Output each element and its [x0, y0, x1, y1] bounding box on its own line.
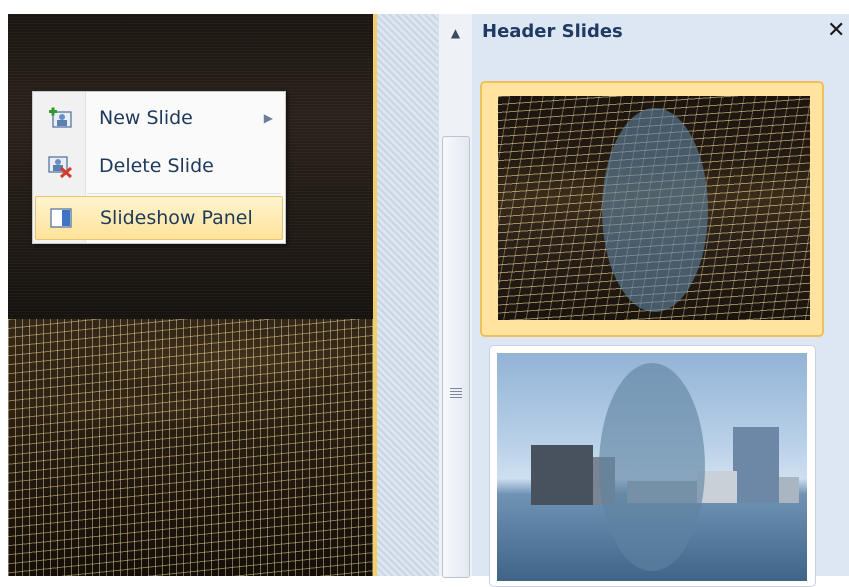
slide-thumbnail[interactable] [489, 345, 816, 587]
close-icon[interactable]: ✕ [827, 18, 845, 43]
header-slides-pane: Header Slides ✕ [472, 14, 849, 587]
building-shape [733, 427, 779, 503]
context-menu: New Slide ▶ Delete Slide Slideshow Panel [32, 91, 286, 244]
oval-overlay-shape [602, 108, 708, 312]
vertical-scrollbar[interactable]: ▲ [438, 14, 473, 578]
menu-item-slideshow-panel[interactable]: Slideshow Panel [35, 196, 283, 240]
menu-item-label: New Slide [99, 107, 193, 129]
menu-item-label: Slideshow Panel [100, 207, 253, 229]
submenu-arrow-icon: ▶ [263, 111, 273, 125]
scrollbar-grip-icon [450, 388, 462, 398]
slideshow-panel-icon [36, 208, 86, 228]
pane-splitter[interactable] [377, 14, 438, 576]
menu-item-delete-slide[interactable]: Delete Slide [35, 144, 283, 188]
menu-item-new-slide[interactable]: New Slide ▶ [35, 96, 283, 140]
pane-title: Header Slides [482, 21, 623, 42]
slide-thumbnail-selected[interactable] [480, 81, 824, 337]
oval-overlay-shape [599, 363, 705, 571]
building-shape [531, 445, 593, 505]
building-shape [779, 477, 799, 503]
delete-slide-icon [35, 154, 85, 178]
menu-separator [87, 193, 281, 194]
menu-item-label: Delete Slide [99, 155, 214, 177]
new-slide-icon [35, 107, 85, 129]
scroll-up-arrow-icon[interactable]: ▲ [439, 14, 472, 52]
night-city-image [498, 96, 810, 320]
scrollbar-thumb[interactable] [442, 136, 470, 578]
waterfront-city-image [497, 353, 807, 581]
city-lights-background [8, 319, 373, 576]
